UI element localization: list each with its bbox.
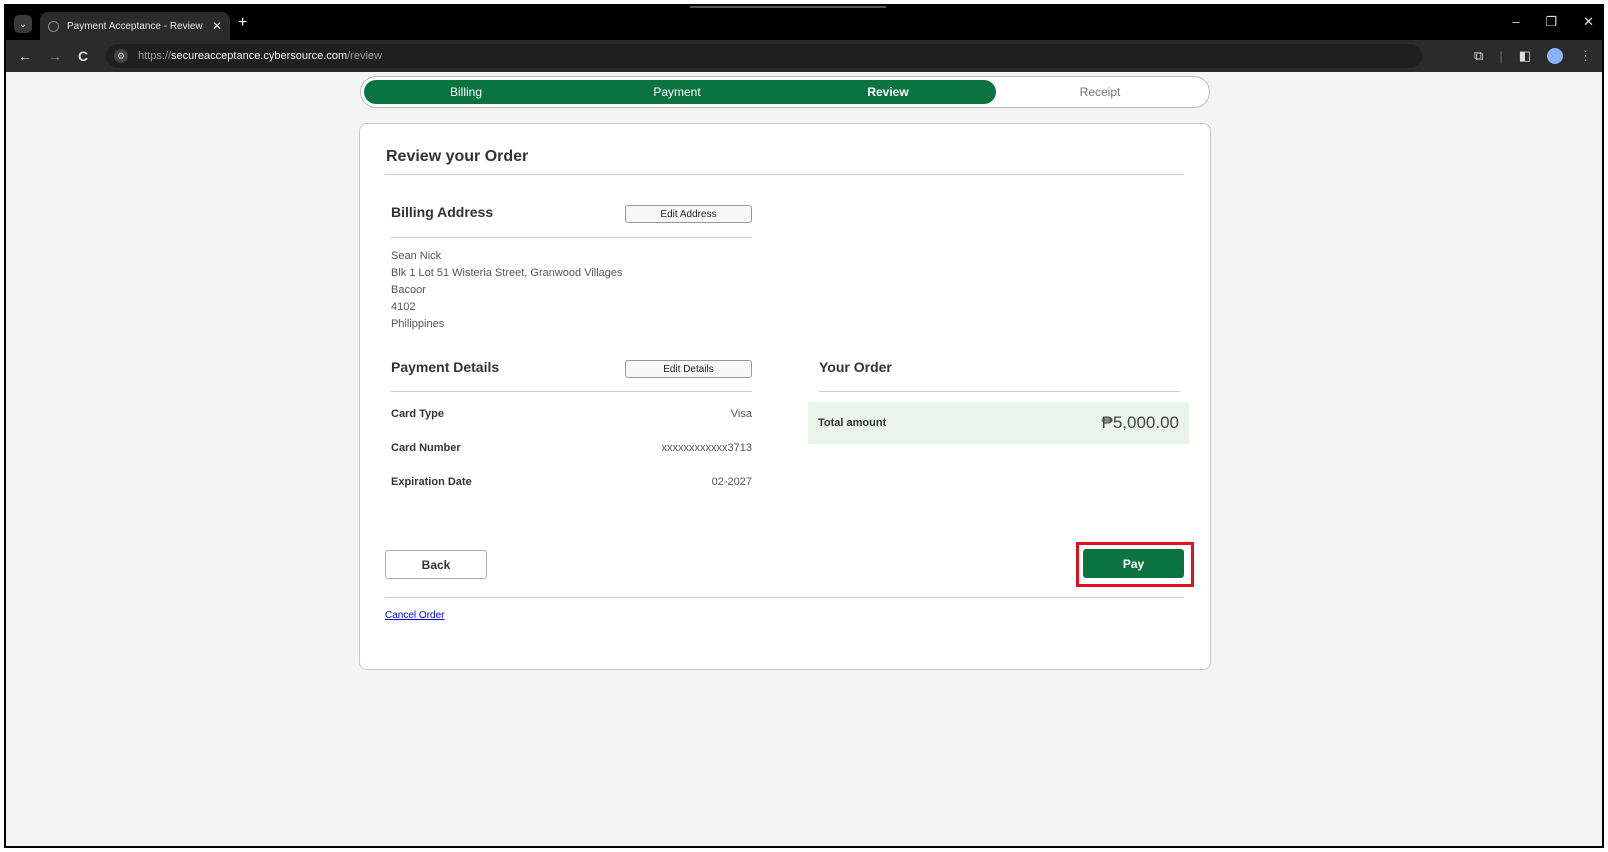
billing-country: Philippines xyxy=(391,318,445,330)
back-arrow-icon[interactable]: ← xyxy=(18,48,32,64)
checkout-progress: Billing Payment Review Receipt xyxy=(360,76,1210,108)
extensions-icon[interactable]: ⧉ xyxy=(1474,48,1483,64)
reload-icon[interactable]: C xyxy=(78,48,88,64)
restore-icon[interactable]: ❐ xyxy=(1545,14,1557,30)
forward-arrow-icon[interactable]: → xyxy=(48,48,62,64)
tab-bar: ⌄ Payment Acceptance - Review [ ✕ + – ❐ … xyxy=(6,6,1602,40)
toolbar-divider: | xyxy=(1499,48,1503,64)
billing-city: Bacoor xyxy=(391,284,426,296)
globe-icon xyxy=(48,20,59,32)
divider xyxy=(690,6,886,8)
menu-kebab-icon[interactable]: ⋮ xyxy=(1579,48,1592,64)
address-bar-row: ← → C ⚙ https:// secureacceptance.cybers… xyxy=(6,40,1602,72)
edit-address-button[interactable]: Edit Address xyxy=(625,205,752,223)
step-billing: Billing xyxy=(449,85,482,99)
total-amount-row: Total amount ₱5,000.00 xyxy=(808,402,1189,444)
edit-details-button[interactable]: Edit Details xyxy=(625,360,752,378)
total-value: ₱5,000.00 xyxy=(1101,413,1179,432)
card-type-row: Card Type Visa xyxy=(391,408,752,420)
profile-avatar-icon[interactable] xyxy=(1547,48,1563,64)
tab-search-icon[interactable]: ⌄ xyxy=(14,15,32,33)
divider xyxy=(385,597,1184,598)
expiration-row: Expiration Date 02-2027 xyxy=(391,476,752,488)
tab-title: Payment Acceptance - Review [ xyxy=(67,20,206,32)
step-receipt: Receipt xyxy=(1079,85,1121,99)
minimize-icon[interactable]: – xyxy=(1512,14,1519,30)
pay-button[interactable]: Pay xyxy=(1083,549,1184,578)
divider xyxy=(391,237,752,238)
expiration-value: 02-2027 xyxy=(711,476,752,488)
card-number-value: xxxxxxxxxxxx3713 xyxy=(661,442,752,454)
expiration-label: Expiration Date xyxy=(391,476,472,488)
url-host: secureacceptance.cybersource.com xyxy=(171,50,348,62)
step-payment: Payment xyxy=(653,85,701,99)
divider xyxy=(819,391,1180,392)
browser-tab[interactable]: Payment Acceptance - Review [ ✕ xyxy=(40,12,230,40)
card-type-label: Card Type xyxy=(391,408,444,420)
site-info-icon[interactable]: ⚙ xyxy=(114,49,128,63)
billing-street: Blk 1 Lot 51 Wisteria Street, Granwood V… xyxy=(391,267,623,279)
close-window-icon[interactable]: ✕ xyxy=(1583,14,1594,30)
back-button[interactable]: Back xyxy=(385,550,487,579)
side-panel-icon[interactable]: ◧ xyxy=(1519,48,1531,64)
review-card: Review your Order Billing Address Edit A… xyxy=(359,123,1211,670)
new-tab-button[interactable]: + xyxy=(238,14,247,32)
url-path: /review xyxy=(347,50,382,62)
step-review: Review xyxy=(867,85,909,99)
payment-heading: Payment Details xyxy=(391,359,500,375)
url-field[interactable]: ⚙ https:// secureacceptance.cybersource.… xyxy=(106,44,1422,68)
close-tab-icon[interactable]: ✕ xyxy=(212,19,222,33)
browser-toolbar: ⧉ | ◧ ⋮ xyxy=(1474,48,1592,64)
billing-address: Sean Nick Blk 1 Lot 51 Wisteria Street, … xyxy=(391,248,623,333)
cancel-order-link[interactable]: Cancel Order xyxy=(385,610,444,621)
browser-window: ⌄ Payment Acceptance - Review [ ✕ + – ❐ … xyxy=(4,4,1604,848)
page-title: Review your Order xyxy=(386,148,529,165)
url-scheme: https:// xyxy=(138,50,172,62)
card-number-row: Card Number xxxxxxxxxxxx3713 xyxy=(391,442,752,454)
card-number-label: Card Number xyxy=(391,442,461,454)
billing-name: Sean Nick xyxy=(391,250,442,262)
total-label: Total amount xyxy=(818,417,887,429)
billing-postal: 4102 xyxy=(391,301,416,313)
your-order-heading: Your Order xyxy=(819,359,892,375)
window-controls: – ❐ ✕ xyxy=(1512,14,1594,30)
page-viewport: Billing Payment Review Receipt Review yo… xyxy=(6,72,1602,846)
divider xyxy=(385,174,1184,175)
divider xyxy=(391,391,752,392)
card-type-value: Visa xyxy=(730,408,752,420)
billing-heading: Billing Address xyxy=(391,204,494,220)
